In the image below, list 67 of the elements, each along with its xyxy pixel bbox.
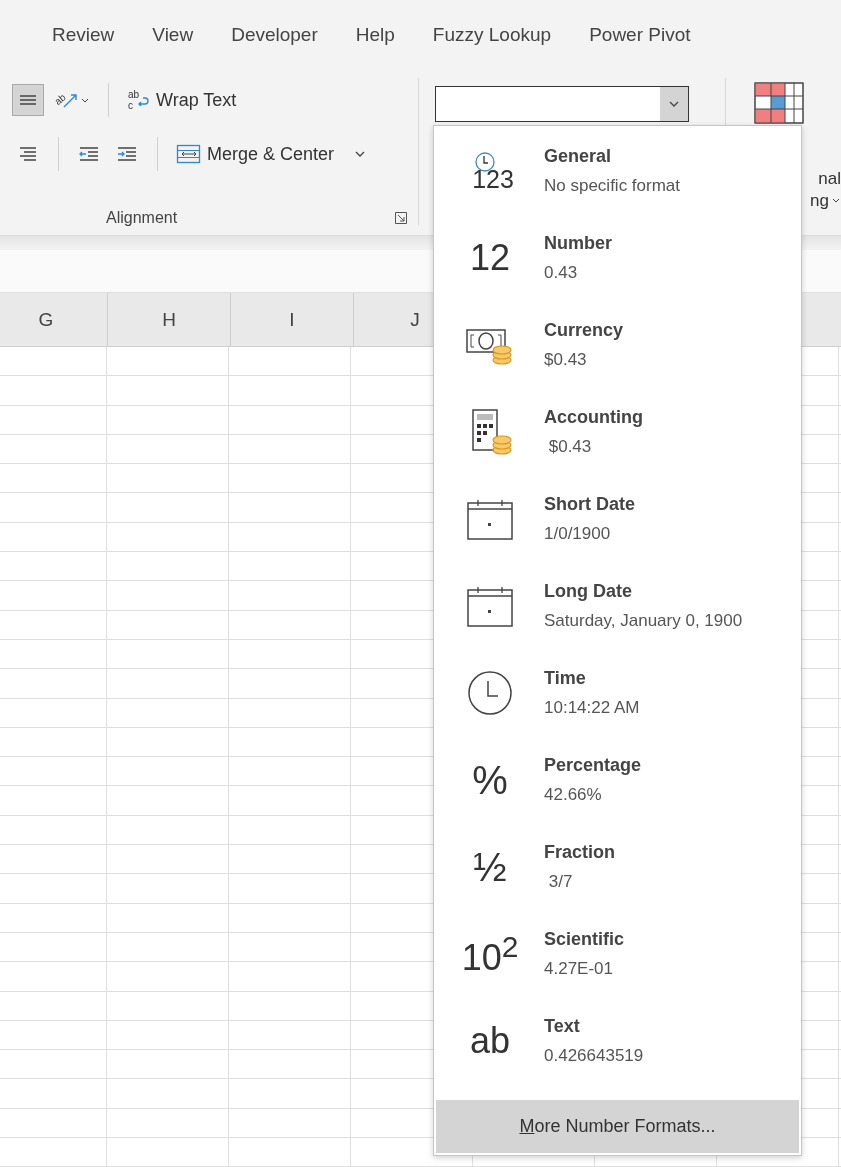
format-name: General — [544, 146, 613, 167]
align-middle-icon — [18, 92, 38, 108]
format-option[interactable]: Long Date Saturday, January 0, 1900 — [434, 573, 801, 660]
format-example: No specific format — [544, 176, 681, 196]
table-grid-icon[interactable] — [754, 82, 804, 124]
format-example: $0.43 — [547, 437, 593, 457]
format-name: Fraction — [544, 842, 615, 863]
dialog-launcher-icon[interactable] — [394, 211, 408, 225]
format-example: 3/7 — [547, 872, 574, 892]
caret-icon — [831, 197, 841, 205]
format-option[interactable]: % Percentage 42.66% — [434, 747, 801, 834]
decrease-indent-icon — [78, 145, 100, 163]
clock-icon — [467, 670, 513, 716]
merge-center-button[interactable]: Merge & Center — [172, 137, 372, 171]
format-name: Scientific — [544, 929, 625, 950]
format-example: Saturday, January 0, 1900 — [544, 611, 743, 631]
format-option[interactable]: 10$^{2}$ Scientific 4.27E-01 — [434, 921, 801, 1008]
format-example: 42.66% — [544, 785, 603, 805]
format-name: Percentage — [544, 755, 642, 776]
format-glyph: % — [472, 760, 508, 800]
merge-cells-icon — [176, 143, 202, 165]
calendar-icon — [466, 497, 514, 541]
column-header[interactable]: G — [0, 293, 108, 346]
format-option[interactable]: Time 10:14:22 AM — [434, 660, 801, 747]
group-label: Alignment — [106, 209, 178, 227]
format-option[interactable]: ab Text 0.426643519 — [434, 1008, 801, 1095]
format-example: 1/0/1900 — [544, 524, 612, 544]
format-name: Long Date — [544, 581, 633, 602]
format-name: Time — [544, 668, 587, 689]
format-option[interactable]: ½ Fraction 3/7 — [434, 834, 801, 921]
wrap-text-button[interactable]: ab c Wrap Text — [123, 83, 241, 117]
format-example: 10:14:22 AM — [544, 698, 640, 718]
format-example: $0.43 — [544, 350, 588, 370]
number-format-dropdown[interactable] — [435, 86, 689, 122]
ribbon-tab[interactable]: Help — [355, 24, 395, 46]
format-option[interactable]: Accounting $0.43 — [434, 399, 801, 486]
ribbon-tab[interactable]: Fuzzy Lookup — [432, 24, 552, 46]
align-right-icon — [18, 145, 38, 163]
ribbon-tab[interactable]: Review — [52, 24, 115, 46]
ribbon-label: ng — [810, 190, 829, 212]
format-example: 0.426643519 — [544, 1046, 644, 1066]
increase-indent-icon — [116, 145, 138, 163]
column-header[interactable]: I — [231, 293, 354, 346]
ribbon-label: nal — [818, 168, 841, 190]
format-name: Short Date — [544, 494, 635, 515]
format-glyph: ab — [469, 1023, 510, 1059]
format-glyph: 123 — [472, 166, 514, 192]
format-example: 4.27E-01 — [544, 959, 614, 979]
format-option[interactable]: 123 General No specific format — [434, 138, 801, 225]
ribbon-tab[interactable]: View — [152, 24, 194, 46]
format-option[interactable]: Short Date 1/0/1900 — [434, 486, 801, 573]
align-middle-button[interactable] — [12, 84, 44, 116]
format-name: Accounting — [544, 407, 643, 428]
orientation-button[interactable]: ab — [50, 84, 94, 116]
ribbon-tab[interactable]: Power Pivot — [589, 24, 691, 46]
format-name: Currency — [544, 320, 624, 341]
column-header[interactable]: H — [108, 293, 231, 346]
more-number-formats-button[interactable]: More Number Formats... — [436, 1100, 799, 1153]
format-glyph: ½ — [473, 847, 507, 887]
format-glyph: 10$^{2}$ — [461, 932, 519, 976]
format-name: Text — [544, 1016, 581, 1037]
format-glyph: 12 — [469, 240, 510, 276]
format-example: 0.43 — [544, 263, 579, 283]
caret-icon — [668, 99, 680, 109]
calendar-icon — [466, 584, 514, 628]
format-name: Number — [544, 233, 612, 254]
ribbon-tab[interactable]: Developer — [231, 24, 318, 46]
